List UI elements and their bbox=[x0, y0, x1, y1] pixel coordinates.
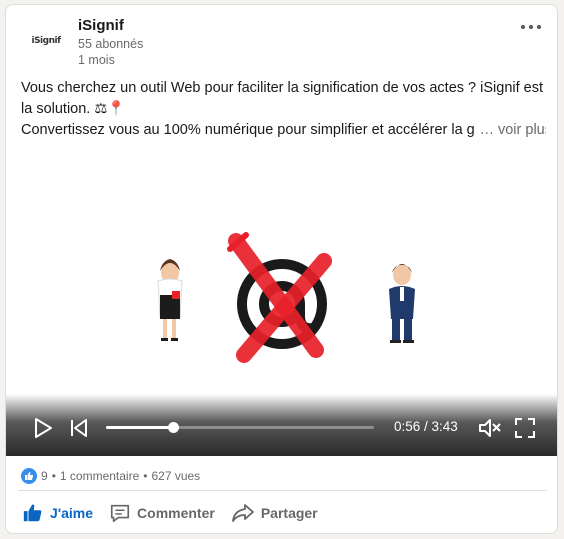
fullscreen-icon bbox=[515, 418, 535, 438]
reaction-count[interactable]: 9 bbox=[41, 469, 48, 483]
video-progress-fill bbox=[106, 426, 174, 429]
post-text-truncated: Convertissez vous au 100% numérique pour… bbox=[21, 122, 475, 138]
follower-count: 55 abonnés bbox=[78, 37, 144, 51]
video-frame[interactable] bbox=[6, 145, 557, 405]
share-label: Partager bbox=[260, 505, 318, 521]
comment-count[interactable]: 1 commentaire bbox=[60, 469, 139, 483]
at-symbol-crossed bbox=[227, 232, 332, 363]
comment-label: Commenter bbox=[137, 505, 215, 521]
like-label: J'aime bbox=[50, 505, 94, 521]
volume-muted-icon bbox=[479, 419, 501, 437]
post-actions: J'aime Commenter Partager bbox=[6, 495, 557, 531]
like-button[interactable]: J'aime bbox=[14, 498, 101, 528]
video-player[interactable]: 0:56 / 3:43 bbox=[6, 145, 557, 456]
see-more-link[interactable]: … voir plus bbox=[475, 120, 546, 141]
skip-back-button[interactable] bbox=[68, 417, 90, 444]
feed-post-card: iSignif iSignif 55 abonnés 1 mois Vous c… bbox=[5, 4, 558, 534]
more-dots-icon bbox=[521, 25, 541, 29]
separator: • bbox=[143, 469, 148, 483]
post-text-line: Vous cherchez un outil Web pour facilite… bbox=[21, 80, 544, 96]
divider bbox=[18, 490, 547, 491]
post-time: 1 mois bbox=[78, 53, 115, 67]
thumbs-up-icon bbox=[23, 504, 42, 522]
like-reaction-icon bbox=[21, 468, 37, 484]
comment-icon bbox=[110, 504, 130, 523]
comment-button[interactable]: Commenter bbox=[101, 498, 223, 528]
company-logo[interactable]: iSignif bbox=[24, 19, 68, 63]
man-figure bbox=[389, 264, 415, 343]
video-time: 0:56 / 3:43 bbox=[394, 419, 458, 434]
logo-wordmark: iSignif bbox=[31, 36, 61, 46]
share-arrow-icon bbox=[231, 504, 254, 522]
skip-back-icon bbox=[71, 419, 87, 437]
video-progress-bar[interactable] bbox=[106, 422, 374, 433]
video-scene bbox=[157, 232, 415, 363]
author-name[interactable]: iSignif bbox=[78, 17, 124, 34]
mute-button[interactable] bbox=[478, 417, 502, 444]
post-text: Vous cherchez un outil Web pour facilite… bbox=[21, 78, 546, 141]
play-button[interactable] bbox=[32, 417, 54, 444]
separator: • bbox=[51, 469, 56, 483]
play-icon bbox=[35, 418, 52, 438]
fullscreen-button[interactable] bbox=[514, 417, 536, 444]
post-header: iSignif iSignif 55 abonnés 1 mois bbox=[6, 5, 557, 75]
social-counts: 9 • 1 commentaire • 627 vues bbox=[21, 468, 200, 484]
post-text-line: Convertissez vous au 100% numérique pour… bbox=[21, 120, 546, 141]
woman-figure bbox=[157, 259, 183, 341]
post-text-line: la solution. ⚖📍 bbox=[21, 101, 126, 117]
more-options-button[interactable] bbox=[515, 15, 547, 39]
share-button[interactable]: Partager bbox=[223, 498, 326, 528]
view-count: 627 vues bbox=[151, 469, 201, 483]
